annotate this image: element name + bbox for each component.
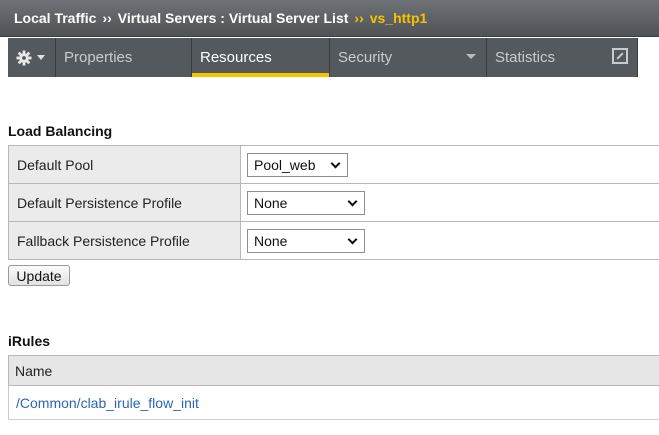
load-balancing-title: Load Balancing (8, 123, 113, 139)
breadcrumb-item-virtual-server-list[interactable]: Virtual Servers : Virtual Server List (118, 10, 349, 26)
tab-security[interactable]: Security (330, 38, 487, 77)
default-persistence-select[interactable]: None (247, 191, 365, 215)
chevron-down-icon (37, 55, 45, 60)
default-pool-select[interactable]: Pool_web (247, 153, 348, 177)
breadcrumb-separator-current: ›› (354, 10, 364, 26)
tab-statistics[interactable]: Statistics (487, 38, 638, 77)
gear-icon (16, 50, 32, 65)
tab-label: Statistics (495, 49, 556, 66)
tab-resources[interactable]: Resources (192, 38, 330, 77)
table-row: Default Persistence Profile None (8, 184, 659, 222)
fallback-persistence-cell: None (241, 222, 659, 259)
active-tab-indicator (192, 73, 329, 77)
breadcrumb-current: vs_http1 (369, 10, 428, 26)
table-row: Fallback Persistence Profile None (8, 222, 659, 260)
chevron-down-icon (466, 54, 476, 59)
fallback-persistence-label: Fallback Persistence Profile (8, 222, 241, 259)
table-row: Default Pool Pool_web (8, 146, 659, 184)
breadcrumb-item-local-traffic[interactable]: Local Traffic (14, 10, 96, 26)
fallback-persistence-select[interactable]: None (247, 229, 365, 253)
irules-title: iRules (8, 333, 51, 349)
irules-column-header-name[interactable]: Name (8, 355, 659, 386)
tab-label: Security (338, 49, 393, 66)
breadcrumb-separator: ›› (102, 10, 112, 26)
select-value: None (254, 233, 288, 249)
select-value: None (254, 195, 288, 211)
default-pool-cell: Pool_web (241, 146, 659, 183)
chevron-down-icon (347, 234, 358, 245)
tab-label: Properties (64, 49, 133, 66)
load-balancing-table: Default Pool Pool_web Default Persistenc… (8, 145, 659, 260)
table-row: /Common/clab_irule_flow_init (8, 386, 659, 420)
irules-table: Name /Common/clab_irule_flow_init (8, 355, 659, 420)
tab-label: Resources (200, 49, 272, 66)
update-button[interactable]: Update (8, 265, 70, 286)
irule-link[interactable]: /Common/clab_irule_flow_init (16, 395, 199, 411)
tab-properties[interactable]: Properties (56, 38, 192, 77)
chevron-down-icon (330, 158, 341, 169)
chevron-down-icon (347, 196, 358, 207)
tab-bar: Properties Resources Security Statistics (0, 38, 659, 77)
tab-gear-menu[interactable] (8, 38, 56, 77)
select-value: Pool_web (254, 157, 316, 173)
popout-icon[interactable] (612, 48, 628, 64)
default-pool-label: Default Pool (8, 146, 241, 183)
default-persistence-cell: None (241, 184, 659, 221)
breadcrumb: Local Traffic ›› Virtual Servers : Virtu… (0, 0, 659, 37)
default-persistence-label: Default Persistence Profile (8, 184, 241, 221)
